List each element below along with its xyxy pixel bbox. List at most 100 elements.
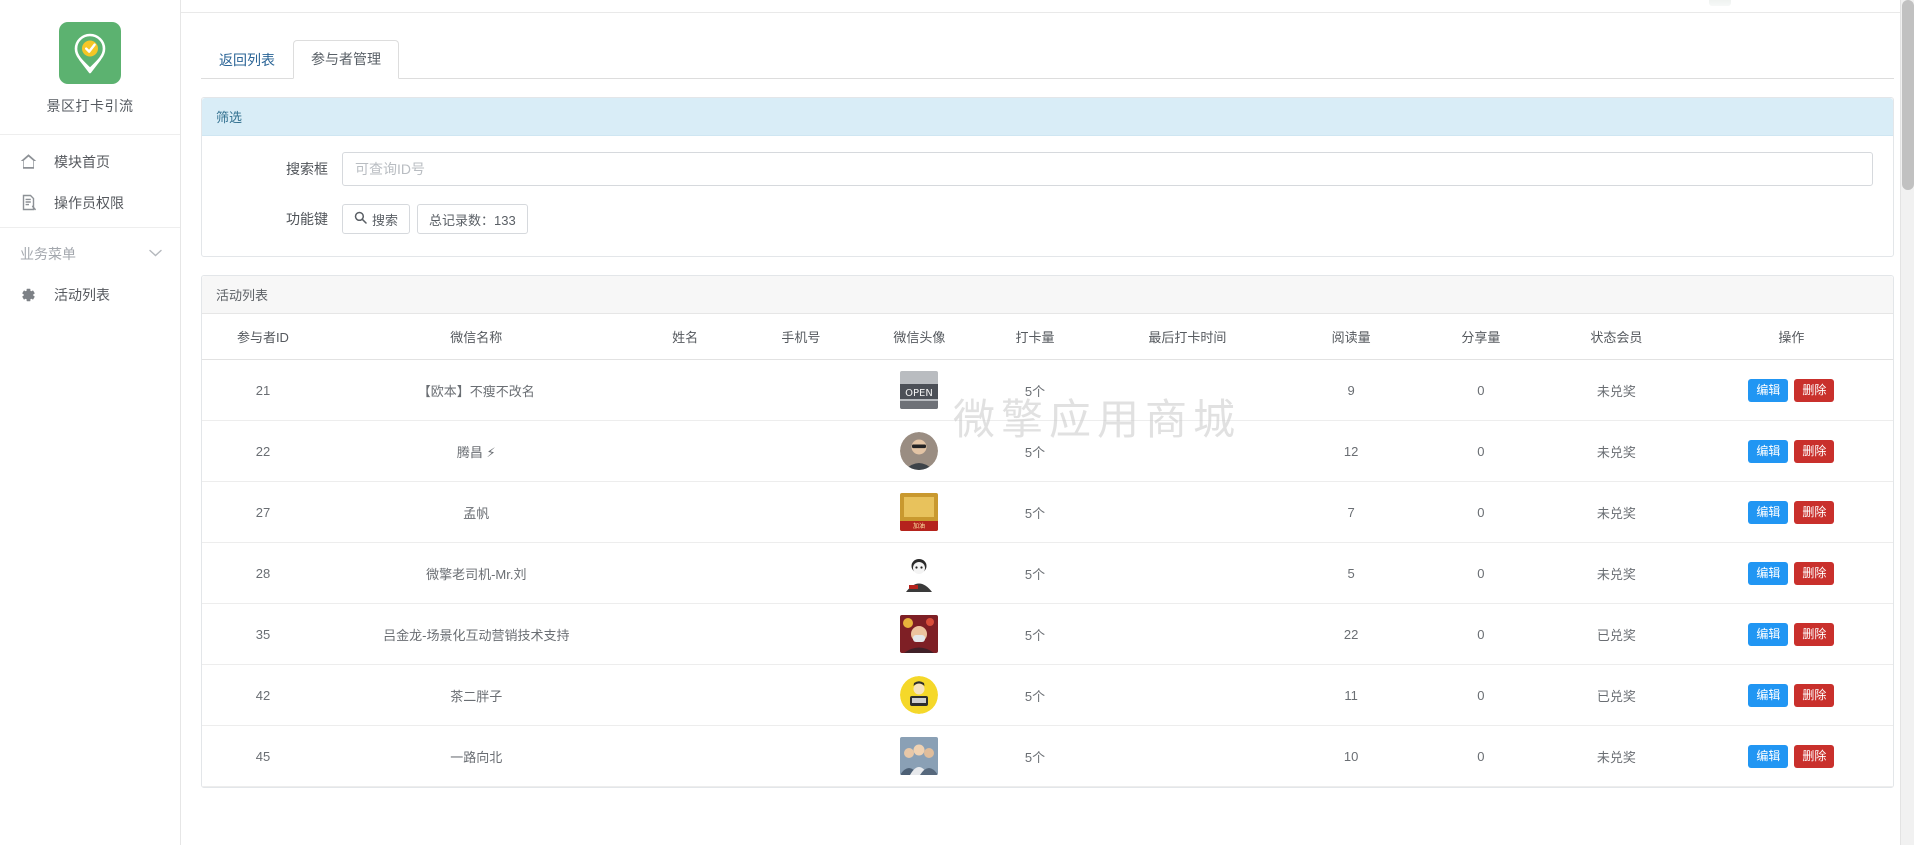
cell-last-checkin-time (1091, 359, 1284, 421)
cell-phone (741, 725, 861, 787)
filter-panel: 筛选 搜索框 功能键 (201, 97, 1894, 257)
search-button[interactable]: 搜索 (342, 204, 411, 234)
cell-share-count: 0 (1418, 725, 1543, 787)
function-button-group: 搜索 总记录数：133 (342, 204, 1873, 234)
page-scrollbar-thumb[interactable] (1902, 0, 1914, 190)
svg-text:OPEN: OPEN (905, 388, 933, 399)
table-row: 27 孟帆 加油 5个 7 0 未兑奖 编辑 删除 (202, 481, 1893, 543)
cell-checkin-count: 5个 (978, 664, 1092, 726)
cell-participant-id: 28 (202, 542, 324, 604)
delete-button[interactable]: 删除 (1794, 378, 1835, 402)
cell-phone (741, 481, 861, 543)
cell-phone (741, 542, 861, 604)
edit-button[interactable]: 编辑 (1748, 622, 1789, 646)
cell-wechat-name: 一路向北 (323, 725, 629, 787)
cell-read-count: 7 (1283, 481, 1419, 543)
cell-wechat-name: 腾昌 ⚡ (323, 420, 629, 482)
col-checkin-count: 打卡量 (978, 314, 1092, 360)
open-sign-photo: OPEN (900, 371, 939, 409)
col-participant-id: 参与者ID (202, 314, 324, 360)
cell-operations: 编辑 删除 (1689, 481, 1893, 543)
gear-icon (20, 287, 42, 303)
cell-share-count: 0 (1418, 481, 1543, 543)
edit-button[interactable]: 编辑 (1748, 500, 1789, 524)
cell-real-name (628, 603, 742, 665)
cell-share-count: 0 (1418, 359, 1543, 421)
cell-operations: 编辑 删除 (1689, 542, 1893, 604)
cell-operations: 编辑 删除 (1689, 664, 1893, 726)
chevron-down-icon (149, 248, 162, 260)
edit-button[interactable]: 编辑 (1748, 439, 1789, 463)
cell-phone (741, 420, 861, 482)
app-root: 景区打卡引流 模块首页 操作员权限 业务菜单 活动列表 返回列表 参与者管理 筛… (0, 0, 1914, 845)
cell-real-name (628, 542, 742, 604)
festival-portrait-photo (900, 615, 939, 653)
sidebar-item-activity-list[interactable]: 活动列表 (0, 274, 180, 315)
cell-checkin-count: 5个 (978, 420, 1092, 482)
home-icon (20, 153, 42, 170)
main-area: 返回列表 参与者管理 筛选 搜索框 功能键 (181, 0, 1914, 845)
sidebar-item-home[interactable]: 模块首页 (0, 141, 180, 182)
cell-share-count: 0 (1418, 542, 1543, 604)
table-head: 参与者ID 微信名称 姓名 手机号 微信头像 打卡量 最后打卡时间 阅读量 分享… (202, 314, 1893, 360)
table-row: 21 【欧本】不瘦不改名 OPEN 5个 9 0 未兑奖 编辑 删除 (202, 359, 1893, 421)
app-logo (59, 22, 121, 84)
sidebar-item-operator-permission[interactable]: 操作员权限 (0, 182, 180, 223)
tab-back-to-list[interactable]: 返回列表 (201, 41, 293, 79)
delete-button[interactable]: 删除 (1794, 683, 1835, 707)
search-input[interactable] (342, 152, 1873, 186)
search-button-label: 搜索 (372, 212, 399, 228)
topbar-clipped-widget (1709, 0, 1731, 6)
cell-wechat-name: 微擎老司机-Mr.刘 (323, 542, 629, 604)
cell-phone (741, 603, 861, 665)
cell-member-status: 未兑奖 (1542, 725, 1690, 787)
cell-last-checkin-time (1091, 725, 1284, 787)
cell-member-status: 已兑奖 (1542, 603, 1690, 665)
cell-checkin-count: 5个 (978, 359, 1092, 421)
cell-wechat-avatar (860, 420, 979, 482)
tab-participant-management[interactable]: 参与者管理 (293, 39, 399, 79)
filter-panel-title: 筛选 (202, 98, 1893, 136)
cartoon-man-photo (900, 554, 939, 592)
col-wechat-name: 微信名称 (323, 314, 629, 360)
edit-button[interactable]: 编辑 (1748, 378, 1789, 402)
sidebar-section-business-menu[interactable]: 业务菜单 (0, 234, 180, 274)
col-read-count: 阅读量 (1283, 314, 1419, 360)
delete-button[interactable]: 删除 (1794, 561, 1835, 585)
cell-read-count: 22 (1283, 603, 1419, 665)
gold-poster-photo: 加油 (900, 493, 939, 531)
delete-button[interactable]: 删除 (1794, 744, 1835, 768)
delete-button[interactable]: 删除 (1794, 622, 1835, 646)
nav-business-items: 活动列表 (0, 274, 180, 315)
delete-button[interactable]: 删除 (1794, 439, 1835, 463)
cell-wechat-avatar (860, 603, 979, 665)
total-records-badge[interactable]: 总记录数：133 (417, 204, 528, 234)
cell-participant-id: 35 (202, 603, 324, 665)
search-control (342, 152, 1873, 186)
row-action-buttons: 编辑 删除 (1748, 683, 1835, 707)
man-sunglasses-photo (900, 432, 939, 470)
cell-checkin-count: 5个 (978, 542, 1092, 604)
sidebar-item-label: 模块首页 (54, 153, 110, 170)
cell-operations: 编辑 删除 (1689, 725, 1893, 787)
cell-last-checkin-time (1091, 603, 1284, 665)
tab-bar: 返回列表 参与者管理 (201, 31, 1894, 79)
function-control: 搜索 总记录数：133 (342, 204, 1873, 234)
app-name: 景区打卡引流 (46, 98, 134, 114)
edit-button[interactable]: 编辑 (1748, 683, 1789, 707)
participants-table: 参与者ID 微信名称 姓名 手机号 微信头像 打卡量 最后打卡时间 阅读量 分享… (202, 314, 1893, 787)
cell-member-status: 未兑奖 (1542, 359, 1690, 421)
cell-participant-id: 27 (202, 481, 324, 543)
cell-checkin-count: 5个 (978, 603, 1092, 665)
cell-wechat-avatar: 加油 (860, 481, 979, 543)
edit-button[interactable]: 编辑 (1748, 561, 1789, 585)
cell-share-count: 0 (1418, 420, 1543, 482)
page-scrollbar[interactable] (1900, 0, 1914, 845)
edit-button[interactable]: 编辑 (1748, 744, 1789, 768)
cell-participant-id: 22 (202, 420, 324, 482)
delete-button[interactable]: 删除 (1794, 500, 1835, 524)
cell-operations: 编辑 删除 (1689, 420, 1893, 482)
cell-member-status: 已兑奖 (1542, 664, 1690, 726)
cell-wechat-name: 吕金龙-场景化互动营销技术支持 (323, 603, 629, 665)
activity-list-title: 活动列表 (202, 276, 1893, 314)
